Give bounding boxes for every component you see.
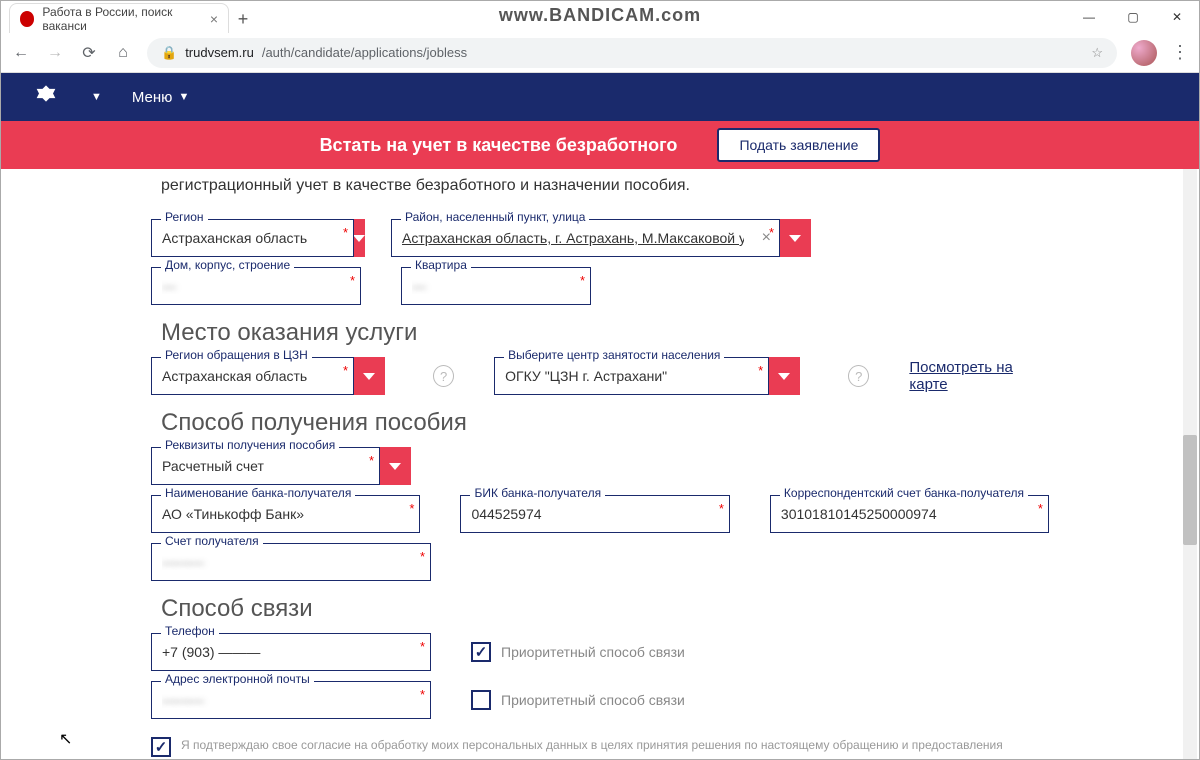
- submit-application-button[interactable]: Подать заявление: [717, 128, 880, 162]
- star-icon[interactable]: ☆: [1091, 45, 1103, 61]
- home-icon[interactable]: ⌂: [113, 44, 133, 62]
- priority-email-checkbox[interactable]: [471, 690, 491, 710]
- url-input[interactable]: 🔒 trudvsem.ru/auth/candidate/application…: [147, 38, 1117, 68]
- reload-icon[interactable]: ⟳: [79, 43, 99, 63]
- section-heading: Способ связи: [161, 595, 1049, 623]
- menu-button[interactable]: Меню ▼: [132, 89, 189, 106]
- action-banner: Встать на учет в качестве безработного П…: [1, 121, 1199, 169]
- field-label: Реквизиты получения пособия: [161, 438, 339, 452]
- chevron-down-icon: ▼: [178, 91, 189, 103]
- account-input[interactable]: [152, 544, 430, 580]
- favicon-icon: [20, 11, 34, 27]
- mouse-cursor-icon: ↖: [59, 729, 72, 749]
- profile-avatar[interactable]: [1131, 40, 1157, 66]
- bank-name-input[interactable]: [152, 496, 419, 532]
- help-icon[interactable]: ?: [433, 365, 454, 387]
- section-heading: Место оказания услуги: [161, 319, 1049, 347]
- chevron-down-icon[interactable]: ▼: [91, 91, 102, 103]
- intro-text: регистрационный учет в качестве безработ…: [151, 169, 1049, 209]
- field-label: Регион: [161, 210, 208, 224]
- field-label: Счет получателя: [161, 534, 263, 548]
- priority-phone-checkbox[interactable]: [471, 642, 491, 662]
- field-label: Телефон: [161, 624, 219, 638]
- phone-input[interactable]: [152, 634, 430, 670]
- corr-account-input[interactable]: [771, 496, 1048, 532]
- field-label: БИК банка-получателя: [470, 486, 605, 500]
- scrollbar-thumb[interactable]: [1183, 435, 1197, 545]
- minimize-button[interactable]: —: [1067, 1, 1111, 33]
- menu-dots-icon[interactable]: ⋮: [1171, 42, 1189, 63]
- bik-input[interactable]: [461, 496, 728, 532]
- forward-icon[interactable]: →: [45, 44, 65, 62]
- checkbox-label: Приоритетный способ связи: [501, 644, 685, 660]
- banner-title: Встать на учет в качестве безработного: [320, 135, 678, 156]
- view-on-map-link[interactable]: Посмотреть на карте: [909, 359, 1049, 393]
- field-label: Район, населенный пункт, улица: [401, 210, 589, 224]
- czn-center-input[interactable]: [495, 358, 768, 394]
- czn-region-input[interactable]: [152, 358, 353, 394]
- field-label: Дом, корпус, строение: [161, 258, 294, 272]
- url-path: /auth/candidate/applications/jobless: [262, 45, 467, 60]
- url-domain: trudvsem.ru: [185, 45, 254, 60]
- section-heading: Способ получения пособия: [161, 409, 1049, 437]
- window-titlebar: www.BANDICAM.com Работа в России, поиск …: [1, 1, 1199, 33]
- email-input[interactable]: [152, 682, 430, 718]
- dropdown-button[interactable]: [353, 357, 385, 395]
- back-icon[interactable]: ←: [11, 44, 31, 62]
- region-input[interactable]: [152, 220, 353, 256]
- checkbox-label: Приоритетный способ связи: [501, 692, 685, 708]
- dropdown-button[interactable]: [379, 447, 411, 485]
- form-content: регистрационный учет в качестве безработ…: [1, 169, 1199, 759]
- address-bar: ← → ⟳ ⌂ 🔒 trudvsem.ru/auth/candidate/app…: [1, 33, 1199, 73]
- field-label: Регион обращения в ЦЗН: [161, 348, 312, 362]
- dropdown-button[interactable]: [779, 219, 811, 257]
- site-header: ▼ Меню ▼: [1, 73, 1199, 121]
- emblem-icon[interactable]: [31, 82, 61, 112]
- field-label: Квартира: [411, 258, 471, 272]
- maximize-button[interactable]: ▢: [1111, 1, 1155, 33]
- browser-tab[interactable]: Работа в России, поиск ваканси ×: [9, 3, 229, 33]
- benefit-type-input[interactable]: [152, 448, 379, 484]
- flat-input[interactable]: [402, 268, 603, 304]
- field-label: Выберите центр занятости населения: [504, 348, 724, 362]
- field-label: Корреспондентский счет банка-получателя: [780, 486, 1028, 500]
- consent-checkbox[interactable]: [151, 737, 171, 757]
- house-input[interactable]: [152, 268, 360, 304]
- field-label: Адрес электронной почты: [161, 672, 314, 686]
- street-input[interactable]: [392, 220, 754, 256]
- close-tab-icon[interactable]: ×: [210, 11, 218, 27]
- consent-text: Я подтверждаю свое согласие на обработку…: [181, 737, 1003, 754]
- new-tab-button[interactable]: +: [229, 5, 257, 33]
- help-icon[interactable]: ?: [848, 365, 869, 387]
- lock-icon: 🔒: [161, 45, 177, 61]
- tab-title: Работа в России, поиск ваканси: [42, 5, 201, 33]
- clear-icon[interactable]: ×: [754, 229, 779, 247]
- close-window-button[interactable]: ✕: [1155, 1, 1199, 33]
- field-label: Наименование банка-получателя: [161, 486, 355, 500]
- dropdown-button[interactable]: [768, 357, 800, 395]
- dropdown-button[interactable]: [353, 219, 365, 257]
